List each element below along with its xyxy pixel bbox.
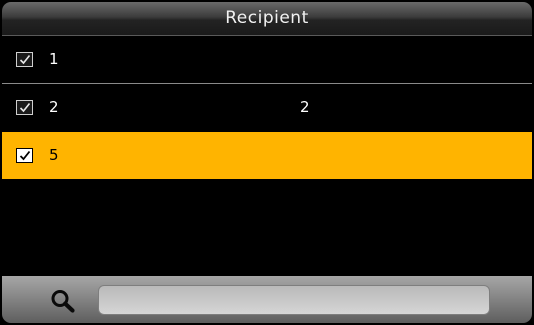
recipient-row-1[interactable]: 1 [2,36,532,84]
title-bar: Recipient [2,2,532,36]
recipient-screen: Recipient 1 2 2 5 [2,2,532,323]
recipient-id: 5 [49,146,59,164]
recipient-row-3-selected[interactable]: 5 [2,132,532,179]
recipient-list[interactable]: 1 2 2 5 [2,36,532,276]
recipient-name: 2 [300,98,310,116]
search-input[interactable] [98,285,490,315]
search-bar [2,276,532,323]
recipient-row-2[interactable]: 2 2 [2,84,532,131]
page-title: Recipient [225,8,309,28]
checkbox-checked-icon[interactable] [16,52,33,67]
checkbox-checked-icon[interactable] [16,148,33,163]
search-icon[interactable] [49,288,77,314]
checkbox-checked-icon[interactable] [16,100,33,115]
recipient-id: 1 [49,50,59,68]
recipient-id: 2 [49,98,59,116]
